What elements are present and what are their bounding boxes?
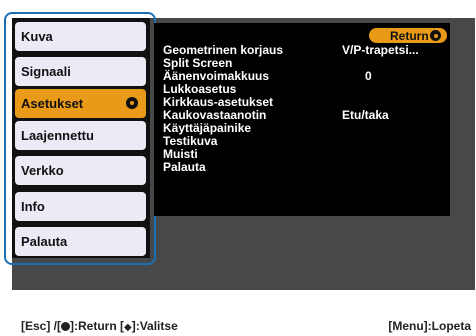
footer-select: ]:Valitse bbox=[131, 319, 178, 333]
menu-row-palauta[interactable]: Palauta bbox=[163, 161, 206, 174]
sidebar-item-asetukset[interactable]: Asetukset bbox=[15, 89, 146, 118]
footer-hints: [Esc] /[ ]:Return [◆]:Valitse bbox=[21, 318, 178, 336]
sidebar-item-kuva[interactable]: Kuva bbox=[15, 22, 146, 51]
enter-icon bbox=[430, 30, 441, 41]
return-button[interactable]: Return bbox=[369, 28, 447, 43]
sidebar-item-laajennettu[interactable]: Laajennettu bbox=[15, 121, 146, 150]
return-label: Return bbox=[390, 28, 429, 43]
footer-return: ]:Return [ bbox=[70, 319, 125, 333]
footer-esc: [Esc] /[ bbox=[21, 319, 62, 333]
sidebar-item-label: Kuva bbox=[21, 29, 53, 44]
sidebar-item-signaali[interactable]: Signaali bbox=[15, 57, 146, 86]
sidebar-item-info[interactable]: Info bbox=[15, 192, 146, 221]
sidebar-item-verkko[interactable]: Verkko bbox=[15, 156, 146, 185]
footer-exit: [Menu]:Lopeta bbox=[388, 319, 471, 333]
sidebar-item-label: Signaali bbox=[21, 64, 71, 79]
sidebar-item-label: Asetukset bbox=[21, 96, 84, 111]
menu-value-kaukovastaanotin: Etu/taka bbox=[342, 108, 389, 122]
footer-help: [Esc] /[ ]:Return [◆]:Valitse [Menu]:Lope… bbox=[0, 318, 476, 335]
enter-icon bbox=[61, 322, 71, 331]
sidebar-item-label: Info bbox=[21, 199, 45, 214]
diamond-arrows-icon: ◆ bbox=[124, 322, 132, 333]
sidebar-item-label: Laajennettu bbox=[21, 128, 94, 143]
sidebar-item-label: Palauta bbox=[21, 234, 68, 249]
sidebar-item-label: Verkko bbox=[21, 163, 64, 178]
sidebar-item-palauta[interactable]: Palauta bbox=[15, 227, 146, 256]
menu-value-aanenvoimakkuus: 0 bbox=[365, 69, 372, 83]
enter-icon bbox=[126, 97, 138, 109]
menu-value-geometrinen-korjaus: V/P-trapetsi... bbox=[342, 43, 419, 57]
